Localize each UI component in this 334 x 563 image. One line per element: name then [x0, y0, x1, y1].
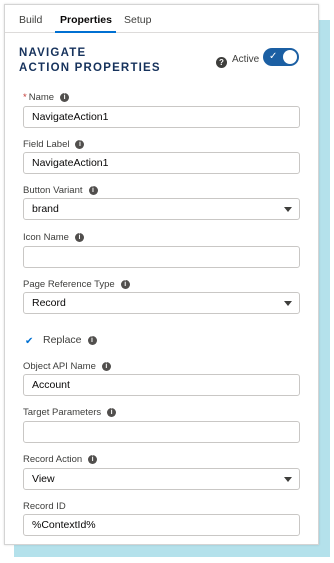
required-marker: * — [23, 92, 27, 103]
record-action-label: Record Action i — [23, 454, 98, 465]
chevron-down-icon — [284, 477, 292, 482]
info-icon[interactable]: i — [107, 408, 117, 417]
info-icon[interactable]: i — [88, 186, 98, 195]
record-id-input[interactable]: %ContextId% — [23, 514, 300, 536]
icon-name-text: Icon Name — [23, 232, 69, 243]
replace-label-text: Replace — [43, 334, 82, 346]
icon-name-label: Icon Name i — [23, 232, 84, 243]
info-icon[interactable]: i — [88, 455, 98, 464]
object-api-name-label: Object API Name i — [23, 361, 111, 372]
target-parameters-text: Target Parameters — [23, 407, 102, 418]
tab-build[interactable]: Build — [19, 14, 42, 26]
properties-panel: Build Properties Setup NAVIGATE ACTION P… — [4, 4, 319, 545]
panel-header: NAVIGATE ACTION PROPERTIES ? Active ✓ — [5, 33, 318, 83]
field-label-label: Field Label i — [23, 139, 85, 150]
page-title: NAVIGATE ACTION PROPERTIES — [19, 47, 161, 74]
active-label: Active — [232, 54, 260, 65]
object-api-name-text: Object API Name — [23, 361, 96, 372]
target-parameters-label: Target Parameters i — [23, 407, 117, 418]
checkmark-icon: ✓ — [269, 51, 278, 62]
field-label-text: Field Label — [23, 139, 70, 150]
field-label-input[interactable]: NavigateAction1 — [23, 152, 300, 174]
target-parameters-input[interactable] — [23, 421, 300, 443]
info-icon[interactable]: i — [60, 93, 70, 102]
button-variant-label: Button Variant i — [23, 185, 98, 196]
button-variant-select[interactable]: brand — [23, 198, 300, 220]
tab-bar: Build Properties Setup — [5, 5, 318, 33]
record-action-select[interactable]: View — [23, 468, 300, 490]
record-id-label: Record ID — [23, 501, 66, 512]
tab-properties[interactable]: Properties — [60, 14, 112, 26]
chevron-down-icon — [284, 301, 292, 306]
name-input[interactable]: NavigateAction1 — [23, 106, 300, 128]
page-reference-type-select[interactable]: Record — [23, 292, 300, 314]
info-icon[interactable]: i — [74, 233, 84, 242]
toggle-knob — [283, 50, 297, 64]
info-icon[interactable]: i — [75, 140, 85, 149]
info-icon[interactable]: i — [120, 280, 130, 289]
object-api-name-input[interactable]: Account — [23, 374, 300, 396]
info-icon[interactable]: i — [87, 335, 97, 345]
page-reference-type-label: Page Reference Type i — [23, 279, 130, 290]
help-icon[interactable]: ? — [216, 57, 227, 68]
page-reference-type-value: Record — [32, 297, 66, 309]
record-action-value: View — [32, 473, 55, 485]
page-reference-type-text: Page Reference Type — [23, 279, 115, 290]
name-label: * Name i — [23, 92, 70, 103]
active-toggle[interactable]: ✓ — [263, 48, 299, 66]
tab-setup[interactable]: Setup — [124, 14, 151, 26]
chevron-down-icon — [284, 207, 292, 212]
icon-name-input[interactable] — [23, 246, 300, 268]
name-label-text: Name — [28, 92, 55, 103]
record-id-text: Record ID — [23, 501, 66, 512]
replace-checkbox[interactable]: ✔ — [25, 337, 35, 347]
info-icon[interactable]: i — [101, 362, 111, 371]
button-variant-text: Button Variant — [23, 185, 83, 196]
replace-label: Replace i — [43, 334, 97, 346]
record-action-text: Record Action — [23, 454, 83, 465]
button-variant-value: brand — [32, 203, 59, 215]
